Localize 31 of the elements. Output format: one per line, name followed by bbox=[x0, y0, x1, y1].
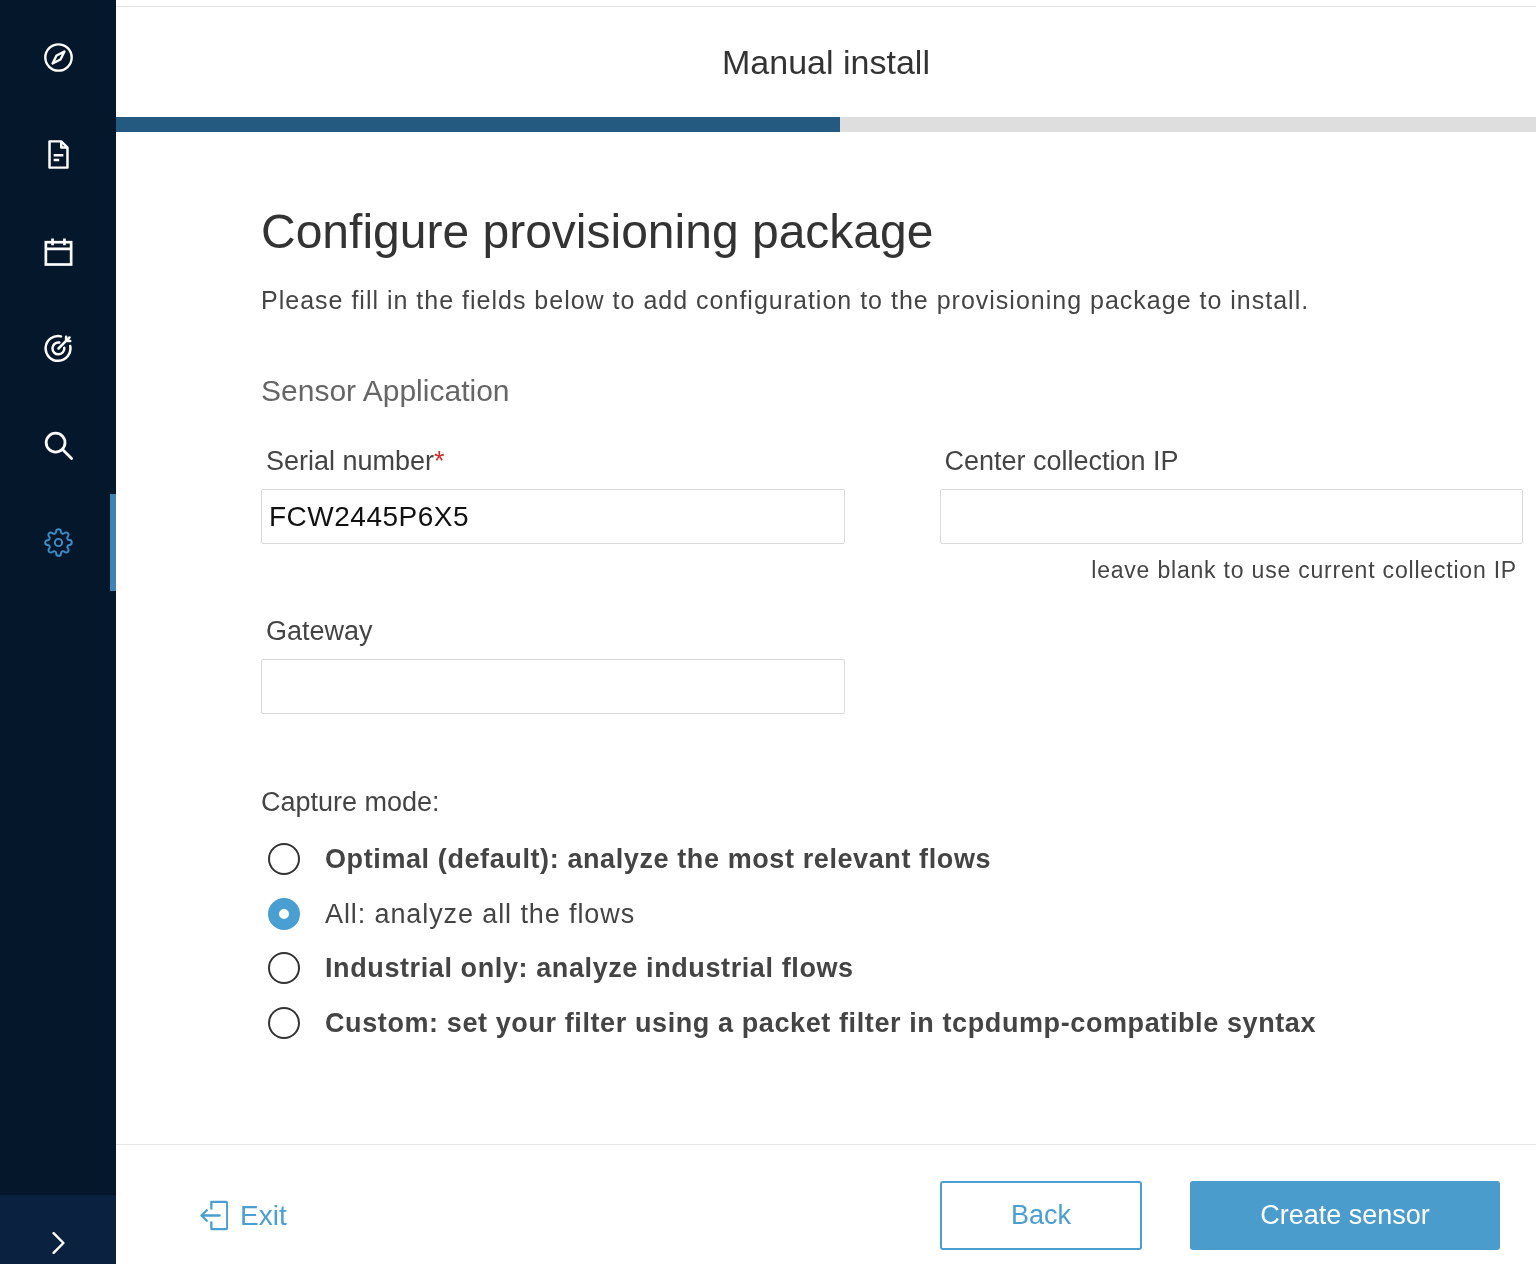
radio-button[interactable] bbox=[268, 952, 300, 985]
calendar-icon bbox=[43, 237, 73, 266]
field-label: Gateway bbox=[266, 615, 373, 647]
create-sensor-button[interactable]: Create sensor bbox=[1190, 1181, 1500, 1250]
radio-button[interactable] bbox=[268, 897, 300, 930]
exit-icon bbox=[200, 1200, 228, 1231]
input-field[interactable] bbox=[939, 489, 1523, 544]
section-title: Sensor Application bbox=[261, 373, 510, 409]
exit-button[interactable]: Exit bbox=[200, 1199, 287, 1232]
page-title: Manual install bbox=[722, 42, 930, 82]
radio-label: Industrial only: analyze industrial flows bbox=[325, 952, 854, 985]
search-icon bbox=[43, 431, 73, 460]
compass-icon bbox=[43, 43, 73, 72]
form-description: Please fill in the fields below to add configuration to the provisioning package to install. bbox=[261, 285, 1310, 315]
target-icon bbox=[43, 334, 73, 363]
radio-button[interactable] bbox=[268, 843, 300, 876]
back-button[interactable]: Back bbox=[940, 1181, 1142, 1250]
radio-label: All: analyze all the flows bbox=[325, 897, 636, 930]
input-field[interactable]: FCW2445P6X5 bbox=[261, 489, 845, 544]
form-title: Configure provisioning package bbox=[261, 204, 934, 260]
settings-icon bbox=[43, 528, 73, 557]
radio-label: Custom: set your filter using a packet filter in tcpdump-compatible syntax bbox=[325, 1006, 1317, 1039]
chevron-right-icon bbox=[51, 1232, 65, 1254]
field-hint: leave blank to use current collection IP bbox=[1091, 556, 1517, 584]
radio-button[interactable] bbox=[268, 1006, 300, 1039]
field-label: Center collection IP bbox=[944, 445, 1179, 477]
field-label: Serial number* bbox=[266, 445, 445, 477]
input-field[interactable] bbox=[261, 659, 845, 714]
sidebar-toggle-button[interactable] bbox=[0, 1195, 116, 1264]
capture-mode-label: Capture mode: bbox=[261, 786, 440, 818]
radio-label: Optimal (default): analyze the most relevant flows bbox=[325, 843, 992, 876]
